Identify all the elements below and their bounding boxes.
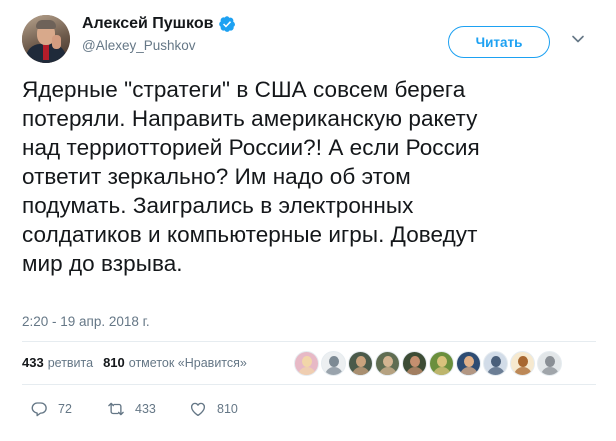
avatar-figure xyxy=(491,356,501,367)
retweet-count: 433 xyxy=(135,402,156,416)
divider xyxy=(22,384,596,385)
retweets-count[interactable]: 433 xyxy=(22,355,44,370)
follow-button[interactable]: Читать xyxy=(448,26,550,58)
avatar-figure xyxy=(410,356,420,367)
retweet-button[interactable]: 433 xyxy=(107,400,189,418)
tweet-timestamp[interactable]: 2:20 - 19 апр. 2018 г. xyxy=(22,314,150,329)
liker-avatars xyxy=(294,351,564,376)
reply-button[interactable]: 72 xyxy=(30,400,107,418)
avatar-figure xyxy=(514,367,532,375)
avatar-figure xyxy=(298,367,316,375)
avatar-figure xyxy=(352,367,370,375)
avatar-figure xyxy=(437,356,447,367)
liker-avatar-5[interactable] xyxy=(402,351,427,376)
avatar-figure xyxy=(541,367,559,375)
avatar-figure xyxy=(356,356,366,367)
avatar-figure xyxy=(545,356,555,367)
liker-avatar-9[interactable] xyxy=(510,351,535,376)
avatar-figure xyxy=(302,356,312,367)
liker-avatar-3[interactable] xyxy=(348,351,373,376)
retweets-label[interactable]: ретвита xyxy=(48,356,93,370)
tweet-text: Ядерные "стратеги" в США совсем берега п… xyxy=(22,77,480,276)
avatar-figure xyxy=(325,367,343,375)
avatar-figure xyxy=(383,356,393,367)
author-username[interactable]: @Alexey_Pushkov xyxy=(82,38,236,53)
retweet-icon xyxy=(108,402,124,416)
author-display-name[interactable]: Алексей Пушков xyxy=(82,15,213,33)
avatar-figure xyxy=(433,367,451,375)
liker-avatar-10[interactable] xyxy=(537,351,562,376)
author-avatar[interactable] xyxy=(22,15,70,63)
reply-count: 72 xyxy=(58,402,72,416)
likes-label[interactable]: отметок «Нравится» xyxy=(129,356,247,370)
avatar-figure xyxy=(518,356,528,367)
chevron-down-icon[interactable] xyxy=(571,32,585,46)
liker-avatar-2[interactable] xyxy=(321,351,346,376)
avatar-figure xyxy=(379,367,397,375)
avatar-figure xyxy=(460,367,478,375)
avatar-figure xyxy=(329,356,339,367)
divider xyxy=(22,341,596,342)
liker-avatar-7[interactable] xyxy=(456,351,481,376)
liker-avatar-6[interactable] xyxy=(429,351,454,376)
like-count: 810 xyxy=(217,402,238,416)
reply-icon xyxy=(31,402,47,417)
verified-badge-icon xyxy=(218,15,236,33)
author-names: Алексей Пушков @Alexey_Pushkov xyxy=(82,12,236,53)
like-heart-icon xyxy=(190,402,206,417)
liker-avatar-1[interactable] xyxy=(294,351,319,376)
liker-avatar-8[interactable] xyxy=(483,351,508,376)
tweet-header: Алексей Пушков @Alexey_Pushkov Читать xyxy=(22,12,602,64)
avatar-figure xyxy=(406,367,424,375)
tweet-stats: 433 ретвита 810 отметок «Нравится» xyxy=(22,355,257,370)
tweet-actions: 72 433 810 xyxy=(30,400,238,418)
likes-count[interactable]: 810 xyxy=(103,355,125,370)
avatar-figure xyxy=(464,356,474,367)
liker-avatar-4[interactable] xyxy=(375,351,400,376)
avatar-figure xyxy=(487,367,505,375)
like-button[interactable]: 810 xyxy=(189,400,238,418)
